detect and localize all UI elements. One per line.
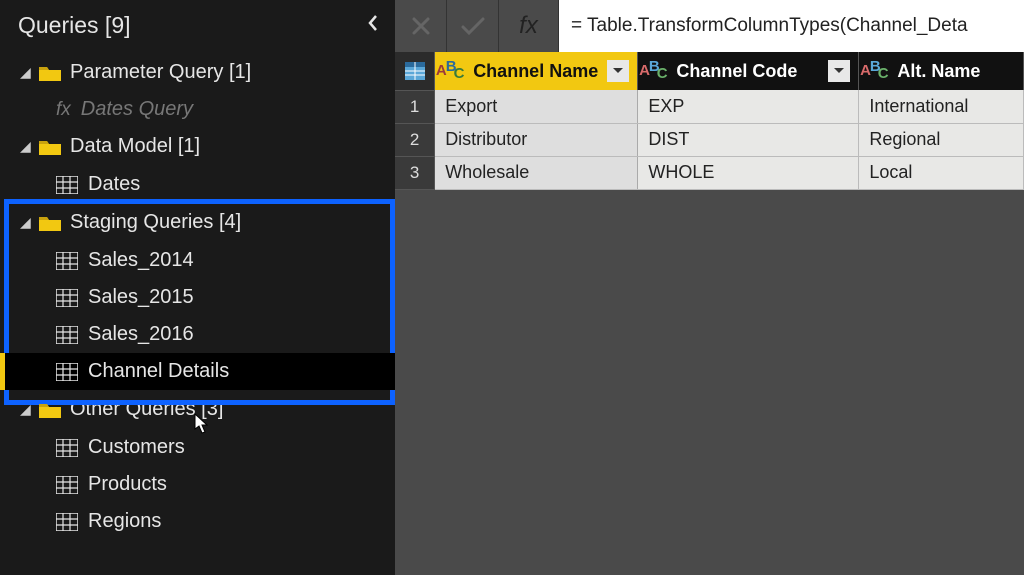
folder-other-queries[interactable]: ◢ Other Queries [3] [0, 390, 395, 429]
folder-label: Staging Queries [4] [70, 211, 241, 234]
tree-item-label: Regions [88, 510, 161, 533]
formula-confirm-button[interactable] [447, 0, 499, 52]
folder-label: Parameter Query [1] [70, 61, 251, 84]
tree-group-other-queries: ◢ Other Queries [3] Customers Products [0, 390, 395, 540]
caret-down-icon: ◢ [20, 401, 38, 418]
cell[interactable]: Distributor [435, 123, 638, 156]
formula-cancel-button[interactable] [395, 0, 447, 52]
table-icon [56, 252, 78, 270]
tree-group-data-model: ◢ Data Model [1] Dates [0, 127, 395, 203]
fx-label[interactable]: fx [499, 0, 559, 52]
data-table: ABC Channel Name ABC [395, 52, 1024, 190]
table-icon [56, 513, 78, 531]
column-name: Alt. Name [897, 61, 1015, 82]
tree-item-dates-query[interactable]: fx Dates Query [0, 92, 395, 127]
check-icon [460, 15, 486, 37]
column-filter-dropdown[interactable] [828, 60, 850, 82]
x-icon [410, 15, 432, 37]
cell[interactable]: Regional [859, 123, 1024, 156]
sidebar-header: Queries [9] [0, 0, 395, 53]
column-header-channel-code[interactable]: ABC Channel Code [638, 52, 859, 90]
tree-group-parameter-query: ◢ Parameter Query [1] fx Dates Query [0, 53, 395, 127]
row-header-corner[interactable] [395, 52, 435, 90]
column-header-channel-name[interactable]: ABC Channel Name [435, 52, 638, 90]
folder-data-model[interactable]: ◢ Data Model [1] [0, 127, 395, 166]
cell[interactable]: Wholesale [435, 156, 638, 189]
tree-item-dates[interactable]: Dates [0, 166, 395, 203]
tree-item-label: Sales_2016 [88, 323, 194, 346]
chevron-down-icon [612, 67, 624, 75]
table-row[interactable]: 3 Wholesale WHOLE Local [395, 156, 1024, 189]
tree-item-sales-2016[interactable]: Sales_2016 [0, 316, 395, 353]
formula-text: = Table.TransformColumnTypes(Channel_Det… [571, 15, 968, 37]
table-icon [56, 176, 78, 194]
table-icon [56, 439, 78, 457]
caret-down-icon: ◢ [20, 64, 38, 81]
fx-icon: fx [56, 99, 71, 121]
queries-sidebar: Queries [9] ◢ Parameter Query [1] fx Dat… [0, 0, 395, 575]
tree-item-label: Customers [88, 436, 185, 459]
table-row[interactable]: 1 Export EXP International [395, 90, 1024, 123]
cell[interactable]: WHOLE [638, 156, 859, 189]
formula-bar: fx = Table.TransformColumnTypes(Channel_… [395, 0, 1024, 52]
folder-staging-queries[interactable]: ◢ Staging Queries [4] [0, 203, 395, 242]
tree-item-channel-details[interactable]: Channel Details [0, 353, 395, 390]
text-type-icon: ABC [435, 52, 469, 90]
tree-group-staging-queries: ◢ Staging Queries [4] Sales_2014 Sales_2… [0, 203, 395, 390]
tree-item-customers[interactable]: Customers [0, 429, 395, 466]
table-icon [56, 363, 78, 381]
caret-down-icon: ◢ [20, 138, 38, 155]
table-icon [56, 476, 78, 494]
table-icon [56, 289, 78, 307]
row-number: 1 [395, 90, 435, 123]
caret-down-icon: ◢ [20, 214, 38, 231]
table-row[interactable]: 2 Distributor DIST Regional [395, 123, 1024, 156]
main-panel: fx = Table.TransformColumnTypes(Channel_… [395, 0, 1024, 575]
chevron-down-icon [833, 67, 845, 75]
tree-item-regions[interactable]: Regions [0, 503, 395, 540]
fx-icon: fx [519, 12, 538, 40]
folder-label: Other Queries [3] [70, 398, 223, 421]
column-filter-dropdown[interactable] [607, 60, 629, 82]
tree-item-label: Dates [88, 173, 140, 196]
table-icon [56, 326, 78, 344]
formula-input[interactable]: = Table.TransformColumnTypes(Channel_Det… [559, 0, 1024, 52]
column-header-alt-name[interactable]: ABC Alt. Name [859, 52, 1024, 90]
folder-label: Data Model [1] [70, 135, 200, 158]
folder-icon [38, 401, 62, 419]
tree-item-label: Channel Details [88, 360, 229, 383]
folder-icon [38, 214, 62, 232]
cell[interactable]: EXP [638, 90, 859, 123]
cell[interactable]: DIST [638, 123, 859, 156]
collapse-sidebar-icon[interactable] [367, 14, 379, 37]
text-type-icon: ABC [859, 52, 893, 90]
column-name: Channel Name [473, 61, 601, 82]
tree-item-products[interactable]: Products [0, 466, 395, 503]
folder-icon [38, 138, 62, 156]
sidebar-title: Queries [9] [18, 12, 131, 39]
folder-parameter-query[interactable]: ◢ Parameter Query [1] [0, 53, 395, 92]
folder-icon [38, 64, 62, 82]
tree-item-label: Dates Query [81, 98, 193, 121]
row-number: 2 [395, 123, 435, 156]
column-name: Channel Code [676, 61, 822, 82]
cell[interactable]: Local [859, 156, 1024, 189]
tree-item-label: Sales_2014 [88, 249, 194, 272]
tree-item-label: Products [88, 473, 167, 496]
row-number: 3 [395, 156, 435, 189]
cell[interactable]: Export [435, 90, 638, 123]
query-tree: ◢ Parameter Query [1] fx Dates Query ◢ D… [0, 53, 395, 540]
tree-item-sales-2014[interactable]: Sales_2014 [0, 242, 395, 279]
cell[interactable]: International [859, 90, 1024, 123]
tree-item-label: Sales_2015 [88, 286, 194, 309]
tree-item-sales-2015[interactable]: Sales_2015 [0, 279, 395, 316]
text-type-icon: ABC [638, 52, 672, 90]
